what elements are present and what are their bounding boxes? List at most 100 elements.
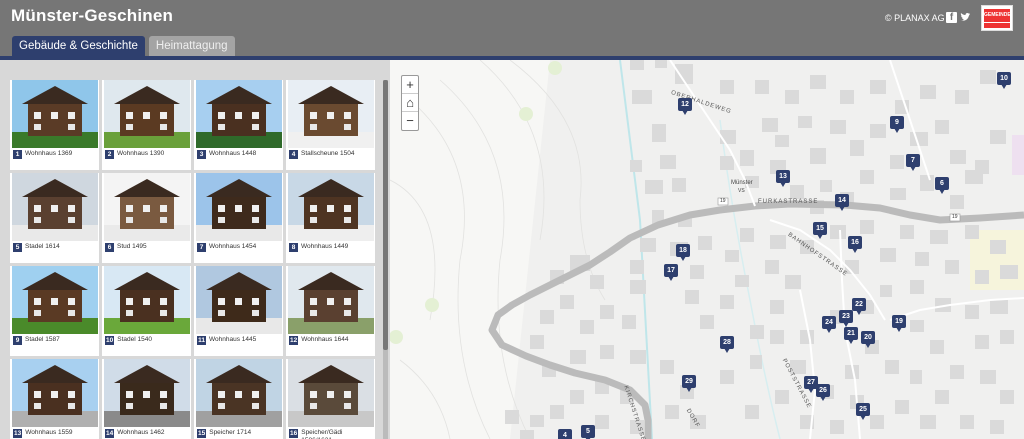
map-pin-25[interactable]: 25 bbox=[856, 403, 870, 420]
building-number: 4 bbox=[289, 150, 298, 159]
road-number: 19 bbox=[952, 214, 958, 220]
building-photo[interactable] bbox=[12, 173, 98, 241]
building-photo[interactable] bbox=[196, 80, 282, 148]
building-card[interactable]: 7 Wohnhaus 1454 bbox=[194, 173, 283, 263]
map-pin-14[interactable]: 14 bbox=[835, 194, 849, 211]
map-pin-22[interactable]: 22 bbox=[852, 298, 866, 315]
building-photo-image bbox=[104, 80, 190, 148]
municipality-logo[interactable]: GEMEINDE bbox=[981, 5, 1013, 31]
building-card[interactable]: 8 Wohnhaus 1449 bbox=[286, 173, 375, 263]
building-number: 11 bbox=[197, 336, 206, 345]
building-photo-image bbox=[12, 80, 98, 148]
building-label: Stud 1495 bbox=[117, 243, 147, 250]
building-card[interactable]: 1 Wohnhaus 1369 bbox=[10, 80, 99, 170]
building-photo[interactable] bbox=[104, 266, 190, 334]
village-map[interactable]: OBERHALDEWEG FURKASTRASSE BAHNHOFSTRASSE… bbox=[390, 60, 1024, 439]
building-card[interactable]: 16Speicher/Gädi 1586/1621 bbox=[286, 359, 375, 439]
building-card[interactable]: 2 Wohnhaus 1390 bbox=[102, 80, 191, 170]
building-label: Speicher/Gädi 1586/1621 bbox=[301, 429, 343, 439]
tab-gebaeude-geschichte[interactable]: Gebäude & Geschichte bbox=[12, 36, 145, 56]
building-card[interactable]: 10 Stadel 1540 bbox=[102, 266, 191, 356]
place-label: Münster bbox=[731, 180, 753, 186]
map-pin-21[interactable]: 21 bbox=[844, 327, 858, 344]
zoom-out-button[interactable]: − bbox=[402, 112, 418, 130]
building-photo[interactable] bbox=[288, 80, 374, 148]
map-pin-17[interactable]: 17 bbox=[664, 264, 678, 281]
map-pin-19[interactable]: 19 bbox=[892, 315, 906, 332]
building-label: Wohnhaus 1559 bbox=[25, 429, 73, 436]
building-photo[interactable] bbox=[12, 266, 98, 334]
building-photo[interactable] bbox=[104, 80, 190, 148]
map-pin-4[interactable]: 4 bbox=[558, 429, 572, 439]
map-pin-26[interactable]: 26 bbox=[816, 384, 830, 401]
building-photo-image bbox=[288, 80, 374, 148]
building-number: 12 bbox=[289, 336, 299, 345]
building-caption: 15 Speicher 1714 bbox=[197, 429, 281, 438]
building-photo-image bbox=[288, 359, 374, 427]
map-pin-6[interactable]: 6 bbox=[935, 177, 949, 194]
building-card[interactable]: 6 Stud 1495 bbox=[102, 173, 191, 263]
building-photo[interactable] bbox=[288, 359, 374, 427]
gallery-scrollbar[interactable] bbox=[383, 80, 388, 439]
map-pin-29[interactable]: 29 bbox=[682, 375, 696, 392]
map-pin-16[interactable]: 16 bbox=[848, 236, 862, 253]
tab-heimattagung[interactable]: Heimattagung bbox=[148, 36, 235, 56]
map-pin-18[interactable]: 18 bbox=[676, 244, 690, 261]
building-photo[interactable] bbox=[196, 266, 282, 334]
building-photo[interactable] bbox=[288, 173, 374, 241]
building-photo[interactable] bbox=[12, 80, 98, 148]
building-photo-image bbox=[12, 359, 98, 427]
building-card[interactable]: 5 Stadel 1614 bbox=[10, 173, 99, 263]
building-card[interactable]: 4 Stallscheune 1504 bbox=[286, 80, 375, 170]
map-pin-5[interactable]: 5 bbox=[581, 425, 595, 439]
building-caption: 14 Wohnhaus 1462 bbox=[105, 429, 189, 438]
building-number: 8 bbox=[289, 243, 298, 252]
building-label: Speicher 1714 bbox=[209, 429, 252, 436]
app-header: Münster-Geschinen Gebäude & Geschichte H… bbox=[0, 0, 1024, 58]
scrollbar-thumb[interactable] bbox=[383, 80, 388, 350]
facebook-icon[interactable]: f bbox=[946, 12, 957, 23]
building-photo-image bbox=[104, 266, 190, 334]
map-pin-20[interactable]: 20 bbox=[861, 331, 875, 348]
map-pin-15[interactable]: 15 bbox=[813, 222, 827, 239]
building-number: 3 bbox=[197, 150, 206, 159]
building-card[interactable]: 3 Wohnhaus 1448 bbox=[194, 80, 283, 170]
gallery-grid: 1 Wohnhaus 1369 2 Wohnhaus 1390 3 Wohnhaus 14… bbox=[10, 80, 375, 439]
building-card[interactable]: 12 Wohnhaus 1644 bbox=[286, 266, 375, 356]
building-photo[interactable] bbox=[104, 359, 190, 427]
building-label: Wohnhaus 1445 bbox=[209, 336, 257, 343]
zoom-in-button[interactable]: + bbox=[402, 76, 418, 94]
map-pin-9[interactable]: 9 bbox=[890, 116, 904, 133]
street-label: FURKASTRASSE bbox=[758, 199, 819, 205]
building-photo-image bbox=[104, 359, 190, 427]
building-caption: 2 Wohnhaus 1390 bbox=[105, 150, 189, 159]
building-label: Wohnhaus 1369 bbox=[25, 150, 73, 157]
building-number: 14 bbox=[105, 429, 115, 438]
map-pin-13[interactable]: 13 bbox=[776, 170, 790, 187]
building-caption: 3 Wohnhaus 1448 bbox=[197, 150, 281, 159]
twitter-icon[interactable] bbox=[960, 12, 971, 23]
building-caption: 7 Wohnhaus 1454 bbox=[197, 243, 281, 252]
home-button[interactable]: ⌂ bbox=[402, 94, 418, 112]
map-pin-28[interactable]: 28 bbox=[720, 336, 734, 353]
tab-bar: Gebäude & Geschichte Heimattagung bbox=[12, 36, 235, 56]
building-card[interactable]: 15 Speicher 1714 bbox=[194, 359, 283, 439]
building-photo[interactable] bbox=[196, 359, 282, 427]
building-card[interactable]: 11 Wohnhaus 1445 bbox=[194, 266, 283, 356]
building-photo-image bbox=[12, 266, 98, 334]
building-photo-image bbox=[196, 80, 282, 148]
map-pin-number: 4 bbox=[558, 429, 572, 439]
map-pin-24[interactable]: 24 bbox=[822, 316, 836, 333]
map-pin-7[interactable]: 7 bbox=[906, 154, 920, 171]
building-photo[interactable] bbox=[12, 359, 98, 427]
building-photo[interactable] bbox=[104, 173, 190, 241]
map-pin-10[interactable]: 10 bbox=[997, 72, 1011, 89]
building-photo[interactable] bbox=[196, 173, 282, 241]
building-card[interactable]: 14 Wohnhaus 1462 bbox=[102, 359, 191, 439]
building-photo[interactable] bbox=[288, 266, 374, 334]
building-card[interactable]: 13 Wohnhaus 1559 bbox=[10, 359, 99, 439]
map-pin-12[interactable]: 12 bbox=[678, 98, 692, 115]
building-caption: 13 Wohnhaus 1559 bbox=[13, 429, 97, 438]
map-pin-23[interactable]: 23 bbox=[839, 310, 853, 327]
building-card[interactable]: 9 Stadel 1587 bbox=[10, 266, 99, 356]
